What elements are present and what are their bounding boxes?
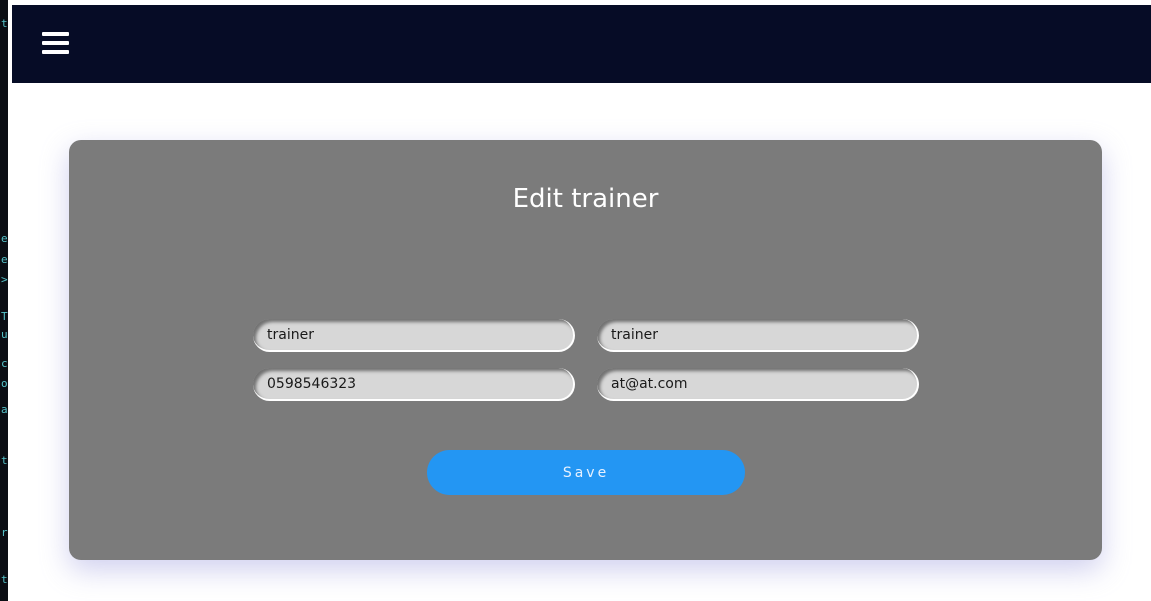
strip-glyph: c [1,357,8,370]
strip-glyph: r [1,526,8,539]
top-navbar [12,5,1151,83]
hamburger-menu-icon[interactable] [40,27,72,59]
strip-glyph: > [1,273,8,286]
email-input[interactable] [597,368,919,401]
strip-glyph: e [1,232,8,245]
edit-trainer-card: Edit trainer Save [69,140,1102,560]
strip-glyph: o [1,377,8,390]
editor-side-strip: t e e > T u c o a t r t [0,0,8,601]
strip-glyph: t [1,17,8,30]
first-name-input[interactable] [253,319,575,352]
strip-glyph: T [1,310,8,323]
strip-glyph: a [1,403,8,416]
strip-glyph: u [1,328,8,341]
strip-glyph: e [1,253,8,266]
strip-glyph: t [1,573,8,586]
save-button[interactable]: Save [427,450,745,495]
strip-glyph: t [1,454,8,467]
last-name-input[interactable] [597,319,919,352]
phone-input[interactable] [253,368,575,401]
form-title: Edit trainer [512,184,659,214]
